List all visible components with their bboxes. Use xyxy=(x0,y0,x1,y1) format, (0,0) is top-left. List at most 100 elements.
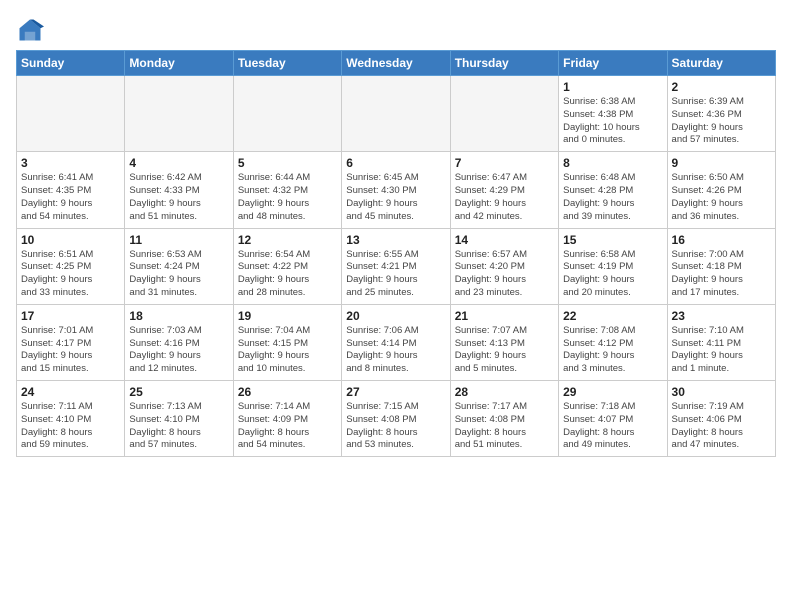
day-cell: 14 Sunrise: 6:57 AM Sunset: 4:20 PM Dayli… xyxy=(450,228,558,304)
day-info: Sunrise: 6:54 AM Sunset: 4:22 PM Dayligh… xyxy=(238,249,337,300)
day-cell: 8Sunrise: 6:48 AM Sunset: 4:28 PM Daylig… xyxy=(559,152,667,228)
day-info: Sunrise: 6:39 AM Sunset: 4:36 PM Dayligh… xyxy=(672,96,771,147)
day-info: Sunrise: 6:41 AM Sunset: 4:35 PM Dayligh… xyxy=(21,172,120,223)
day-info: Sunrise: 7:03 AM Sunset: 4:16 PM Dayligh… xyxy=(129,325,228,376)
day-info: Sunrise: 6:53 AM Sunset: 4:24 PM Dayligh… xyxy=(129,249,228,300)
day-number: 12 xyxy=(238,233,337,247)
day-number: 3 xyxy=(21,156,120,170)
day-number: 26 xyxy=(238,385,337,399)
day-number: 13 xyxy=(346,233,445,247)
day-cell: 4 Sunrise: 6:42 AM Sunset: 4:33 PM Daylig… xyxy=(125,152,233,228)
day-info: Sunrise: 7:06 AM Sunset: 4:14 PM Dayligh… xyxy=(346,325,445,376)
day-number: 18 xyxy=(129,309,228,323)
day-number: 25 xyxy=(129,385,228,399)
day-cell xyxy=(450,76,558,152)
day-number: 27 xyxy=(346,385,445,399)
day-cell: 7Sunrise: 6:47 AM Sunset: 4:29 PM Daylig… xyxy=(450,152,558,228)
day-cell: 1Sunrise: 6:38 AM Sunset: 4:38 PM Daylig… xyxy=(559,76,667,152)
day-cell: 5 Sunrise: 6:44 AM Sunset: 4:32 PM Daylig… xyxy=(233,152,341,228)
day-number: 10 xyxy=(21,233,120,247)
day-info: Sunrise: 6:57 AM Sunset: 4:20 PM Dayligh… xyxy=(455,249,554,300)
day-number: 30 xyxy=(672,385,771,399)
day-info: Sunrise: 6:55 AM Sunset: 4:21 PM Dayligh… xyxy=(346,249,445,300)
day-info: Sunrise: 6:48 AM Sunset: 4:28 PM Dayligh… xyxy=(563,172,662,223)
day-cell xyxy=(17,76,125,152)
day-cell: 23Sunrise: 7:10 AM Sunset: 4:11 PM Dayli… xyxy=(667,304,775,380)
day-info: Sunrise: 6:58 AM Sunset: 4:19 PM Dayligh… xyxy=(563,249,662,300)
col-header-monday: Monday xyxy=(125,51,233,76)
col-header-saturday: Saturday xyxy=(667,51,775,76)
header xyxy=(16,16,776,44)
week-row-5: 24Sunrise: 7:11 AM Sunset: 4:10 PM Dayli… xyxy=(17,381,776,457)
day-info: Sunrise: 6:51 AM Sunset: 4:25 PM Dayligh… xyxy=(21,249,120,300)
day-cell: 2 Sunrise: 6:39 AM Sunset: 4:36 PM Daylig… xyxy=(667,76,775,152)
day-cell: 25 Sunrise: 7:13 AM Sunset: 4:10 PM Dayli… xyxy=(125,381,233,457)
logo-icon xyxy=(16,16,44,44)
day-info: Sunrise: 7:18 AM Sunset: 4:07 PM Dayligh… xyxy=(563,401,662,452)
day-number: 6 xyxy=(346,156,445,170)
day-info: Sunrise: 7:07 AM Sunset: 4:13 PM Dayligh… xyxy=(455,325,554,376)
day-cell: 18 Sunrise: 7:03 AM Sunset: 4:16 PM Dayli… xyxy=(125,304,233,380)
day-cell: 22 Sunrise: 7:08 AM Sunset: 4:12 PM Dayli… xyxy=(559,304,667,380)
day-info: Sunrise: 6:50 AM Sunset: 4:26 PM Dayligh… xyxy=(672,172,771,223)
day-info: Sunrise: 7:13 AM Sunset: 4:10 PM Dayligh… xyxy=(129,401,228,452)
day-number: 28 xyxy=(455,385,554,399)
day-cell: 12 Sunrise: 6:54 AM Sunset: 4:22 PM Dayli… xyxy=(233,228,341,304)
col-header-friday: Friday xyxy=(559,51,667,76)
day-number: 1 xyxy=(563,80,662,94)
day-number: 4 xyxy=(129,156,228,170)
day-cell: 6 Sunrise: 6:45 AM Sunset: 4:30 PM Daylig… xyxy=(342,152,450,228)
day-info: Sunrise: 6:45 AM Sunset: 4:30 PM Dayligh… xyxy=(346,172,445,223)
day-info: Sunrise: 7:04 AM Sunset: 4:15 PM Dayligh… xyxy=(238,325,337,376)
day-cell: 11 Sunrise: 6:53 AM Sunset: 4:24 PM Dayli… xyxy=(125,228,233,304)
col-header-wednesday: Wednesday xyxy=(342,51,450,76)
day-cell: 28 Sunrise: 7:17 AM Sunset: 4:08 PM Dayli… xyxy=(450,381,558,457)
day-number: 22 xyxy=(563,309,662,323)
week-row-4: 17 Sunrise: 7:01 AM Sunset: 4:17 PM Dayli… xyxy=(17,304,776,380)
day-cell: 27 Sunrise: 7:15 AM Sunset: 4:08 PM Dayli… xyxy=(342,381,450,457)
calendar-table: SundayMondayTuesdayWednesdayThursdayFrid… xyxy=(16,50,776,457)
day-number: 21 xyxy=(455,309,554,323)
col-header-thursday: Thursday xyxy=(450,51,558,76)
day-cell xyxy=(342,76,450,152)
day-cell: 24Sunrise: 7:11 AM Sunset: 4:10 PM Dayli… xyxy=(17,381,125,457)
day-number: 29 xyxy=(563,385,662,399)
col-header-sunday: Sunday xyxy=(17,51,125,76)
day-cell: 9Sunrise: 6:50 AM Sunset: 4:26 PM Daylig… xyxy=(667,152,775,228)
day-info: Sunrise: 6:42 AM Sunset: 4:33 PM Dayligh… xyxy=(129,172,228,223)
day-number: 5 xyxy=(238,156,337,170)
day-cell: 30Sunrise: 7:19 AM Sunset: 4:06 PM Dayli… xyxy=(667,381,775,457)
day-cell: 26 Sunrise: 7:14 AM Sunset: 4:09 PM Dayli… xyxy=(233,381,341,457)
day-number: 11 xyxy=(129,233,228,247)
day-number: 19 xyxy=(238,309,337,323)
day-cell: 29 Sunrise: 7:18 AM Sunset: 4:07 PM Dayli… xyxy=(559,381,667,457)
week-row-2: 3 Sunrise: 6:41 AM Sunset: 4:35 PM Daylig… xyxy=(17,152,776,228)
day-info: Sunrise: 6:44 AM Sunset: 4:32 PM Dayligh… xyxy=(238,172,337,223)
day-number: 20 xyxy=(346,309,445,323)
day-cell: 15 Sunrise: 6:58 AM Sunset: 4:19 PM Dayli… xyxy=(559,228,667,304)
day-number: 2 xyxy=(672,80,771,94)
header-row: SundayMondayTuesdayWednesdayThursdayFrid… xyxy=(17,51,776,76)
day-cell: 16Sunrise: 7:00 AM Sunset: 4:18 PM Dayli… xyxy=(667,228,775,304)
day-number: 17 xyxy=(21,309,120,323)
day-number: 24 xyxy=(21,385,120,399)
day-info: Sunrise: 7:14 AM Sunset: 4:09 PM Dayligh… xyxy=(238,401,337,452)
day-number: 14 xyxy=(455,233,554,247)
day-info: Sunrise: 7:08 AM Sunset: 4:12 PM Dayligh… xyxy=(563,325,662,376)
day-cell xyxy=(233,76,341,152)
day-cell: 20 Sunrise: 7:06 AM Sunset: 4:14 PM Dayli… xyxy=(342,304,450,380)
day-info: Sunrise: 7:15 AM Sunset: 4:08 PM Dayligh… xyxy=(346,401,445,452)
day-info: Sunrise: 7:00 AM Sunset: 4:18 PM Dayligh… xyxy=(672,249,771,300)
day-cell: 21 Sunrise: 7:07 AM Sunset: 4:13 PM Dayli… xyxy=(450,304,558,380)
day-info: Sunrise: 7:17 AM Sunset: 4:08 PM Dayligh… xyxy=(455,401,554,452)
day-number: 15 xyxy=(563,233,662,247)
day-number: 7 xyxy=(455,156,554,170)
col-header-tuesday: Tuesday xyxy=(233,51,341,76)
day-cell xyxy=(125,76,233,152)
week-row-3: 10 Sunrise: 6:51 AM Sunset: 4:25 PM Dayli… xyxy=(17,228,776,304)
day-cell: 17 Sunrise: 7:01 AM Sunset: 4:17 PM Dayli… xyxy=(17,304,125,380)
day-info: Sunrise: 7:10 AM Sunset: 4:11 PM Dayligh… xyxy=(672,325,771,376)
day-info: Sunrise: 7:01 AM Sunset: 4:17 PM Dayligh… xyxy=(21,325,120,376)
logo xyxy=(16,16,48,44)
day-cell: 3 Sunrise: 6:41 AM Sunset: 4:35 PM Daylig… xyxy=(17,152,125,228)
